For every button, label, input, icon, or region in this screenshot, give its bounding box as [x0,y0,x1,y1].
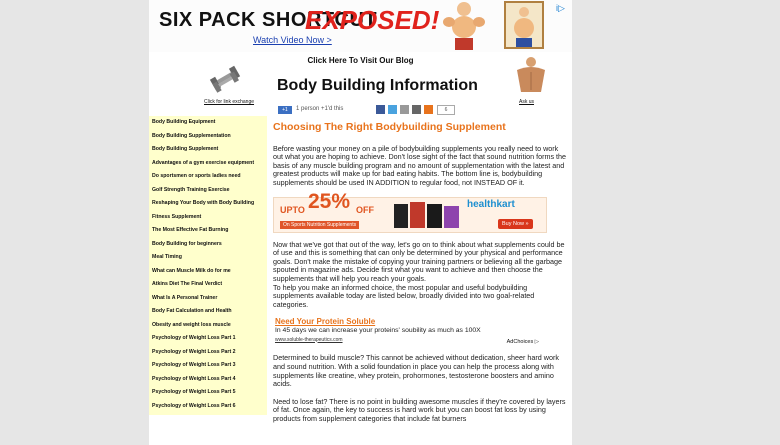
article-paragraph-2: Now that we've got that out of the way, … [273,239,565,283]
sidebar-item-reshaping-body[interactable]: Reshaping Your Body with Body Building [149,197,267,211]
six-pack-banner-ad[interactable]: SIX PACK SHORTCUT EXPOSED! Watch Video N… [149,0,572,52]
article-paragraph-1: Before wasting your money on a pile of b… [273,143,567,187]
adchoices-icon[interactable]: i▷ [556,3,568,15]
sidebar-item-body-building-equipment[interactable]: Body Building Equipment [149,116,267,130]
sidebar-item-body-fat[interactable]: Body Fat Calculation and Health [149,305,267,319]
sidebar-item-body-building-supplementation[interactable]: Body Building Supplementation [149,130,267,144]
article-paragraph-4: Determined to build muscle? This cannot … [273,353,559,389]
promo-percent: 25% [308,189,351,213]
banner-title-part2: EXPOSED! [305,5,440,35]
promo-subtitle: On Sports Nutrition Supplements [280,220,360,230]
sidebar-item-weight-loss-1[interactable]: Psychology of Weight Loss Part 1 [149,332,267,346]
dumbbell-icon[interactable] [207,62,243,94]
google-plus-text: 1 person +1'd this [296,106,344,112]
article-heading: Choosing The Right Bodybuilding Suppleme… [273,121,506,133]
site-title: Body Building Information [277,77,478,94]
sidebar-item-weight-loss-3[interactable]: Psychology of Weight Loss Part 3 [149,359,267,373]
muscle-man-illustration [443,2,485,50]
watch-video-link[interactable]: Watch Video Now > [253,35,332,45]
facebook-share-icon[interactable] [376,105,385,114]
article-content: Choosing The Right Bodybuilding Suppleme… [273,118,569,432]
sidebar-item-weight-loss-6[interactable]: Psychology of Weight Loss Part 6 [149,400,267,414]
text-ad-title[interactable]: Need Your Protein Soluble [275,318,569,327]
sidebar-item-muscle-milk[interactable]: What can Muscle Milk do for me [149,265,267,279]
promo-upto: UPTO [280,204,305,215]
supplement-tubs-image [394,201,459,228]
sidebar-item-fat-burning[interactable]: The Most Effective Fat Burning [149,224,267,238]
print-icon[interactable] [412,105,421,114]
sidebar-item-personal-trainer[interactable]: What Is A Personal Trainer [149,292,267,306]
link-exchange-link[interactable]: Click for link exchange [204,99,254,105]
adchoices-label[interactable]: AdChoices ▷ [507,338,539,347]
promo-off: OFF [356,204,374,215]
sidebar-nav: Body Building Equipment Body Building Su… [149,116,267,415]
sidebar-item-body-building-supplement[interactable]: Body Building Supplement [149,143,267,157]
sidebar-item-weight-loss-2[interactable]: Psychology of Weight Loss Part 2 [149,346,267,360]
page: SIX PACK SHORTCUT EXPOSED! Watch Video N… [149,0,572,445]
sidebar-item-fitness-supplement[interactable]: Fitness Supplement [149,211,267,225]
sidebar-item-sportsmen[interactable]: Do sportsmen or sports ladies need [149,170,267,184]
text-ad-body: In 45 days we can increase your proteins… [275,326,481,334]
mirror-reflection-illustration [504,1,544,49]
twitter-share-icon[interactable] [388,105,397,114]
sidebar-item-atkins-diet[interactable]: Atkins Diet The Final Verdict [149,278,267,292]
share-count: 6 [437,105,455,115]
buy-now-button[interactable]: Buy Now » [498,218,533,230]
sidebar-item-beginners[interactable]: Body Building for beginners [149,238,267,252]
article-paragraph-5: Need to lose fat? There is no point in b… [273,396,566,423]
sidebar-item-obesity[interactable]: Obesity and weight loss muscle [149,319,267,333]
share-plus-icon[interactable] [424,105,433,114]
sidebar-item-weight-loss-4[interactable]: Psychology of Weight Loss Part 4 [149,373,267,387]
sidebar-item-meal-timing[interactable]: Meal Timing [149,251,267,265]
article-paragraph-3: To help you make an informed choice, the… [273,282,535,309]
email-share-icon[interactable] [400,105,409,114]
healthkart-promo-ad[interactable]: UPTO 25% OFF On Sports Nutrition Supplem… [273,189,547,233]
google-plus-button[interactable]: +1 [278,106,292,114]
bodybuilder-torso-image[interactable] [513,56,549,92]
text-ad[interactable]: Need Your Protein Soluble In 45 days we … [275,318,569,347]
sidebar-item-golf-strength[interactable]: Golf Strength Training Exercise [149,184,267,198]
healthkart-logo: healthkart [467,198,515,210]
ask-us-link[interactable]: Ask us [519,99,534,105]
sidebar-item-gym-equipment-advantages[interactable]: Advantages of a gym exercise equipment [149,157,267,171]
sidebar-item-weight-loss-5[interactable]: Psychology of Weight Loss Part 5 [149,386,267,400]
